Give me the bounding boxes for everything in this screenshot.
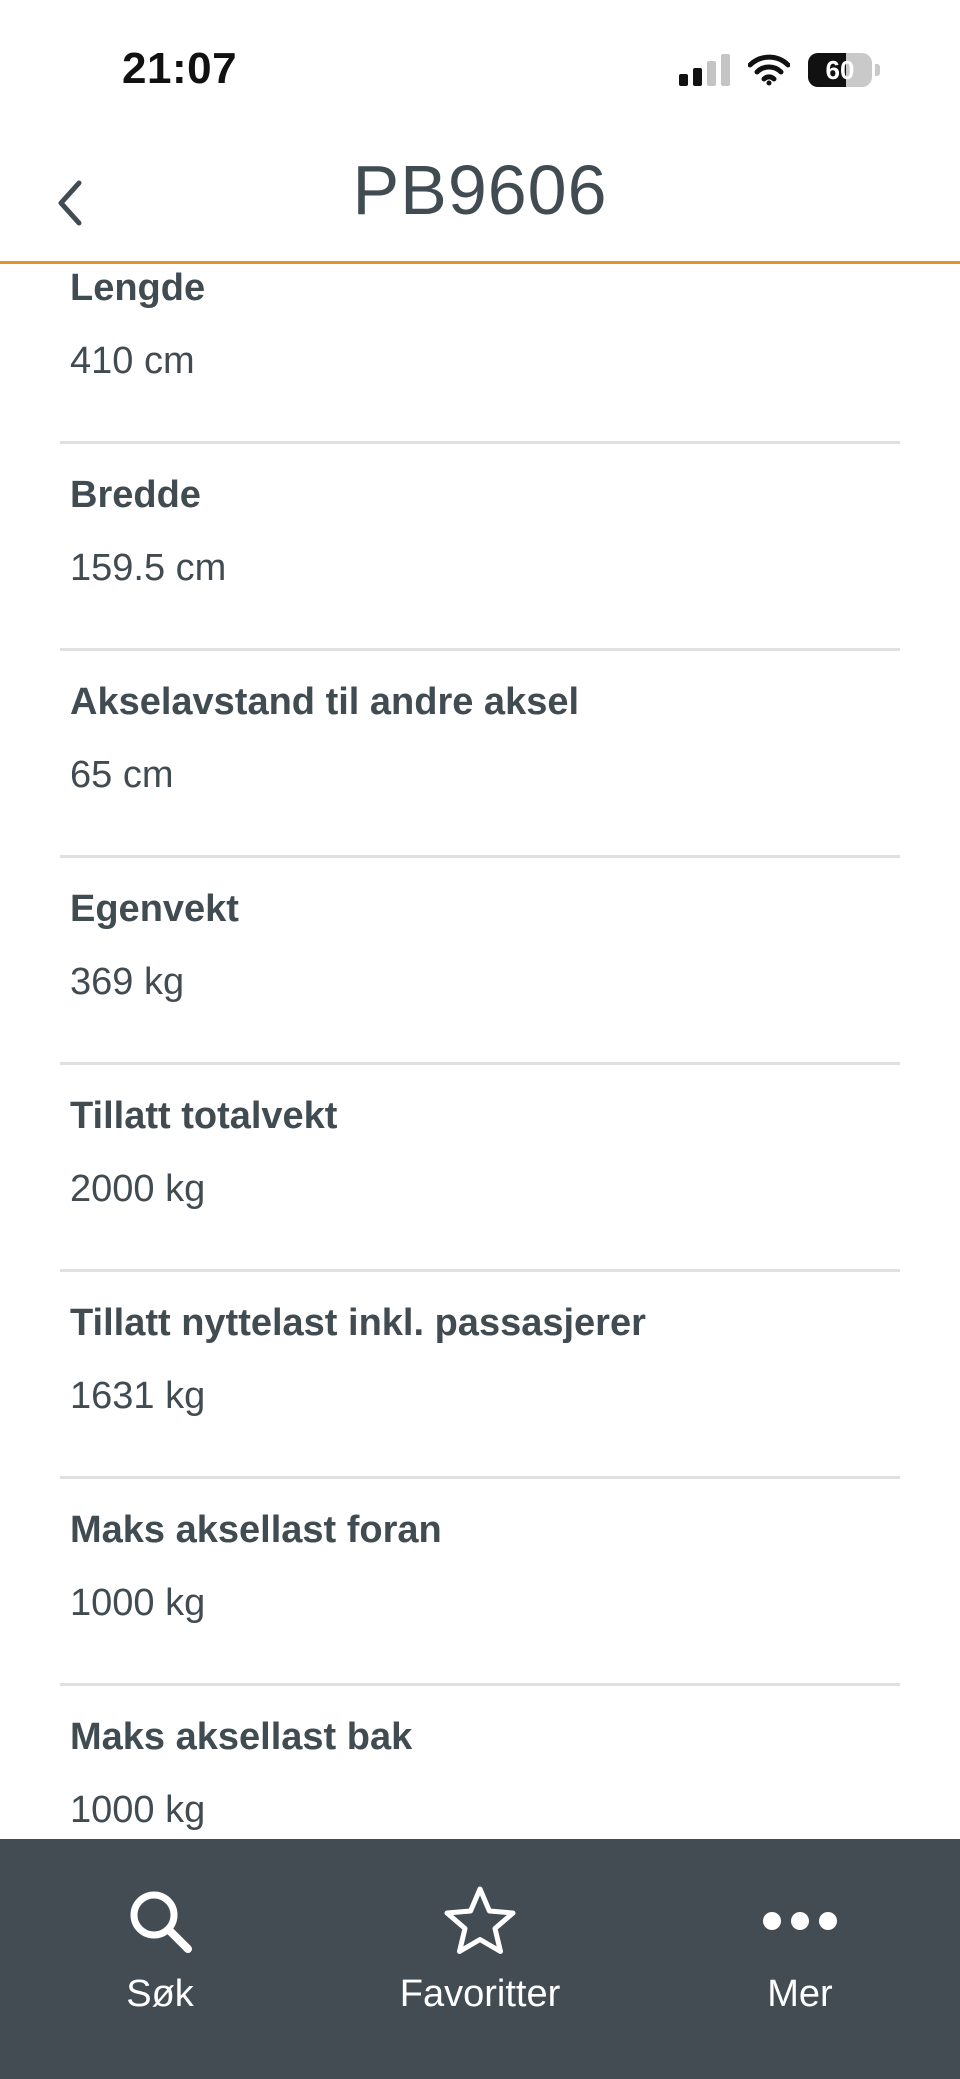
spec-list: Lengde 410 cm Bredde 159.5 cm Akselavsta… — [60, 267, 900, 1839]
spec-item-tillatt-nyttelast: Tillatt nyttelast inkl. passasjerer 1631… — [60, 1272, 900, 1479]
wifi-icon — [748, 54, 790, 86]
spec-value: 1000 kg — [70, 1582, 206, 1624]
spec-item-maks-aksellast-bak: Maks aksellast bak 1000 kg — [60, 1686, 900, 1839]
spec-item-tillatt-totalvekt: Tillatt totalvekt 2000 kg — [60, 1065, 900, 1272]
spec-item-akselavstand: Akselavstand til andre aksel 65 cm — [60, 651, 900, 858]
battery-icon: 60 — [808, 53, 872, 87]
spec-label: Akselavstand til andre aksel — [70, 681, 580, 723]
more-icon — [763, 1912, 837, 1930]
spec-label: Bredde — [70, 474, 201, 516]
search-icon — [130, 1891, 192, 1953]
spec-value: 369 kg — [70, 961, 185, 1003]
star-icon — [444, 1886, 516, 1954]
spec-label: Tillatt nyttelast inkl. passasjerer — [70, 1302, 646, 1344]
tab-label: Favoritter — [399, 1973, 561, 2015]
spec-label: Maks aksellast foran — [70, 1509, 442, 1551]
status-time: 21:07 — [122, 44, 238, 93]
spec-label: Lengde — [70, 267, 206, 309]
spec-value: 1000 kg — [70, 1789, 206, 1831]
spec-value: 2000 kg — [70, 1168, 206, 1210]
spec-value: 410 cm — [70, 340, 195, 382]
tab-search[interactable]: Søk — [0, 1839, 320, 2079]
spec-value: 1631 kg — [70, 1375, 206, 1417]
tab-label: Søk — [126, 1973, 194, 2015]
spec-item-egenvekt: Egenvekt 369 kg — [60, 858, 900, 1065]
page-title: PB9606 — [352, 151, 608, 229]
spec-item-bredde: Bredde 159.5 cm — [60, 444, 900, 651]
spec-value: 65 cm — [70, 754, 174, 796]
status-indicators: 60 — [679, 50, 880, 90]
spec-label: Egenvekt — [70, 888, 239, 930]
screen: 21:07 60 PB9606 Lengde 410 cm Bredde 159… — [0, 0, 960, 2079]
spec-label: Tillatt totalvekt — [70, 1095, 338, 1137]
tab-label: Mer — [767, 1973, 833, 2015]
tab-favorites[interactable]: Favoritter — [320, 1839, 640, 2079]
spec-item-maks-aksellast-foran: Maks aksellast foran 1000 kg — [60, 1479, 900, 1686]
cellular-signal-icon — [679, 54, 730, 86]
spec-label: Maks aksellast bak — [70, 1716, 413, 1758]
navigation-header: PB9606 — [0, 140, 960, 264]
status-bar: 21:07 60 — [0, 0, 960, 140]
spec-item-lengde: Lengde 410 cm — [60, 267, 900, 444]
battery-level: 60 — [825, 55, 855, 85]
spec-list-container[interactable]: Lengde 410 cm Bredde 159.5 cm Akselavsta… — [0, 267, 960, 1839]
spec-value: 159.5 cm — [70, 547, 227, 589]
tab-more[interactable]: Mer — [640, 1839, 960, 2079]
battery-cap — [875, 64, 880, 76]
tab-bar: Søk Favoritter Mer — [0, 1839, 960, 2079]
